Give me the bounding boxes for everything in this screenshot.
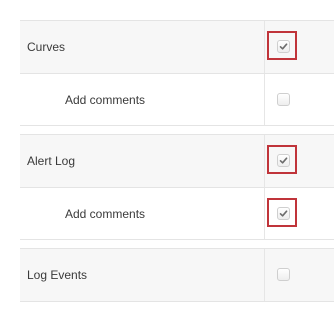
checkbox-cell xyxy=(265,188,305,240)
settings-group-log-events: Log Events xyxy=(20,248,334,302)
checkbox-cell xyxy=(265,249,305,301)
setting-row-log-events: Log Events xyxy=(20,249,334,301)
setting-label-alert-log: Alert Log xyxy=(27,154,76,168)
curves-checkbox[interactable] xyxy=(277,40,290,53)
checkbox-cell xyxy=(265,21,305,73)
checkmark-icon xyxy=(279,157,288,164)
settings-group-alert-log: Alert Log Add comments xyxy=(20,134,334,240)
setting-row-alert-log: Alert Log xyxy=(20,135,334,187)
checkbox-cell xyxy=(265,74,305,126)
checkbox-cell xyxy=(265,135,305,187)
settings-group-curves: Curves Add comments xyxy=(20,20,334,126)
checkmark-icon xyxy=(279,43,288,50)
settings-panel: Curves Add comments Alert Log Add commen… xyxy=(0,0,334,331)
setting-label-curves-add-comments: Add comments xyxy=(65,93,146,107)
alert-log-checkbox[interactable] xyxy=(277,154,290,167)
setting-label-alert-log-add-comments: Add comments xyxy=(65,207,146,221)
setting-row-curves: Curves xyxy=(20,21,334,73)
checkmark-icon xyxy=(279,210,288,217)
curves-add-comments-checkbox[interactable] xyxy=(277,93,290,106)
log-events-checkbox[interactable] xyxy=(277,268,290,281)
setting-label-curves: Curves xyxy=(27,40,66,54)
setting-label-log-events: Log Events xyxy=(27,268,88,282)
setting-row-alert-log-add-comments: Add comments xyxy=(20,187,334,239)
alert-log-add-comments-checkbox[interactable] xyxy=(277,207,290,220)
setting-row-curves-add-comments: Add comments xyxy=(20,73,334,125)
